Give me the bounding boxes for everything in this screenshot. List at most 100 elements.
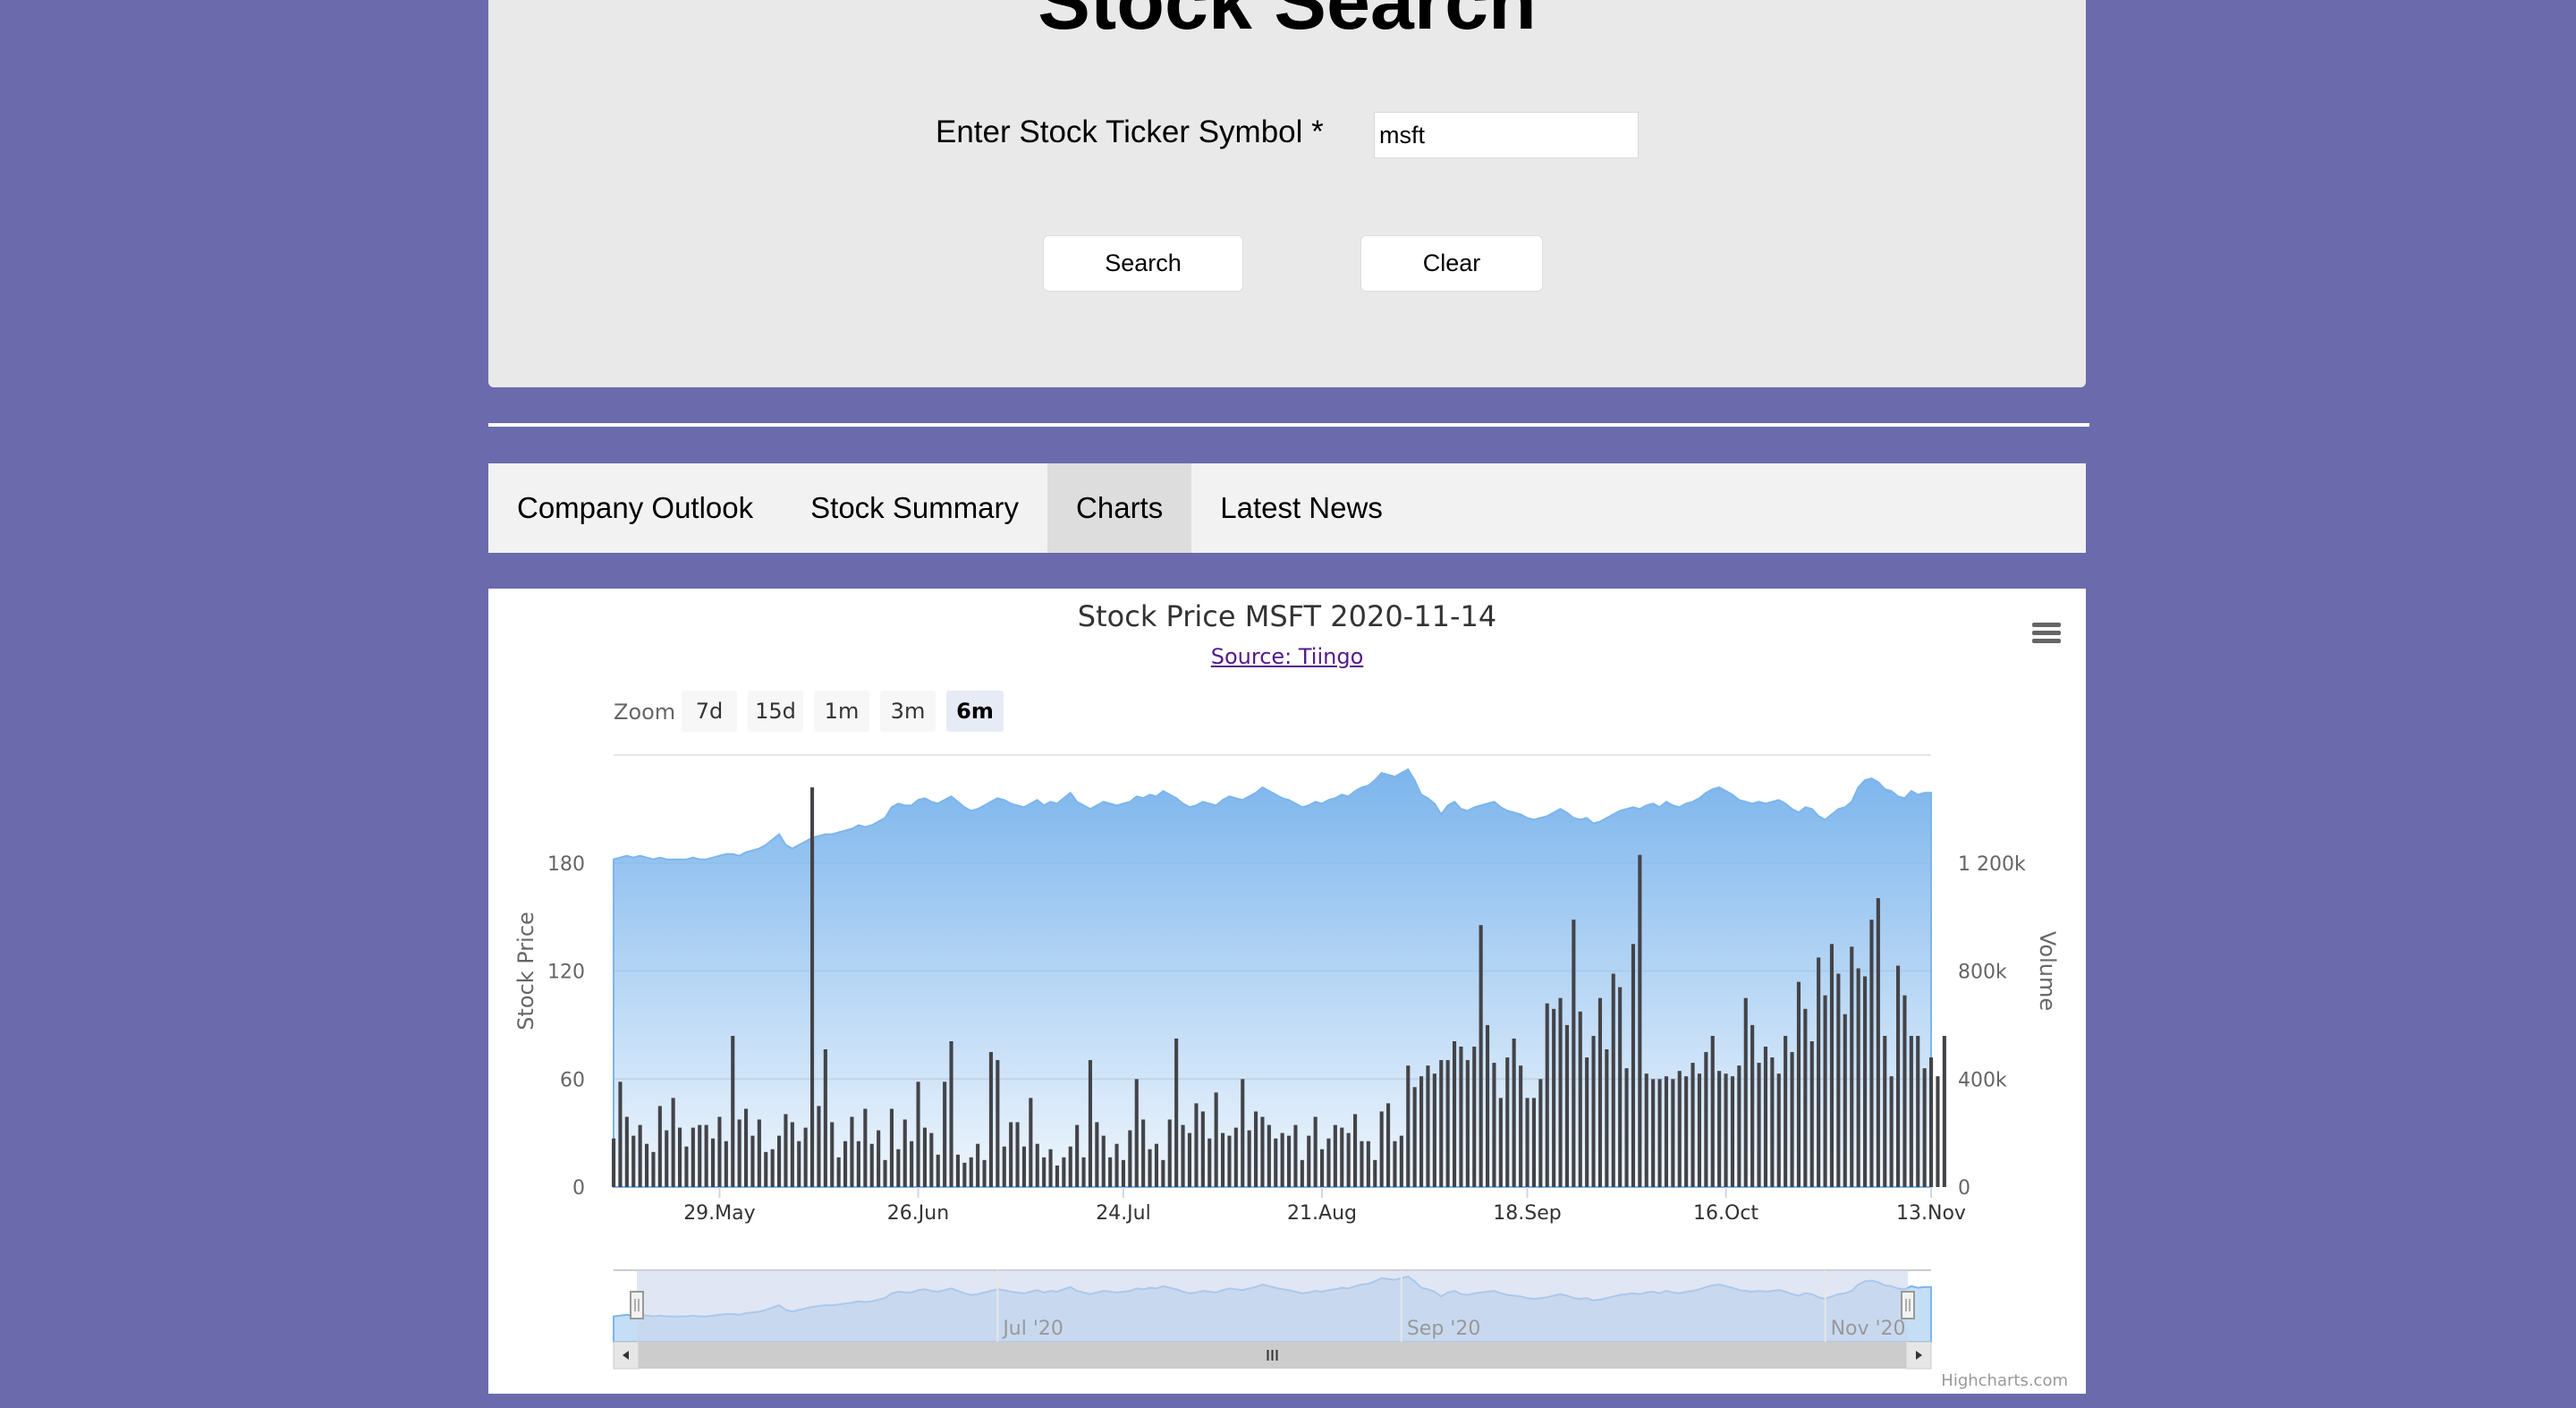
volume-bar	[784, 1114, 788, 1187]
volume-bar	[1916, 1036, 1920, 1187]
volume-bar	[1545, 1003, 1549, 1187]
volume-bar	[744, 1108, 749, 1187]
volume-tick-label: 1 200k	[1958, 853, 2026, 876]
volume-bar	[1512, 1039, 1516, 1187]
y-tick-label: 120	[547, 962, 585, 984]
source-link[interactable]: Source: Tiingo	[1211, 644, 1364, 669]
volume-bar	[1896, 965, 1901, 1187]
volume-bar	[910, 1141, 914, 1187]
navigator-handle[interactable]	[1901, 1291, 1915, 1319]
volume-bar	[1453, 1041, 1457, 1187]
volume-bar	[1597, 997, 1602, 1187]
volume-bar	[657, 1106, 662, 1187]
volume-bar	[684, 1146, 689, 1187]
volume-bar	[1293, 1124, 1298, 1187]
volume-bar	[1148, 1149, 1152, 1187]
volume-bar	[790, 1122, 794, 1187]
volume-bar	[856, 1141, 860, 1187]
tab-charts[interactable]: Charts	[1047, 463, 1192, 553]
volume-bar	[1459, 1047, 1463, 1187]
volume-bar	[678, 1127, 682, 1187]
volume-bar	[1757, 1063, 1761, 1187]
zoom-1m-button[interactable]: 1m	[814, 691, 869, 732]
volume-bar	[869, 1143, 874, 1187]
tab-latest-news[interactable]: Latest News	[1191, 463, 1411, 553]
volume-bar	[836, 1157, 841, 1187]
volume-bar	[1817, 957, 1821, 1187]
volume-bar	[1300, 1159, 1304, 1187]
volume-bar	[863, 1108, 868, 1187]
volume-bar	[1869, 920, 1874, 1187]
volume-bar	[1710, 1036, 1715, 1187]
highcharts-credits[interactable]: Highcharts.com	[1941, 1371, 2068, 1390]
volume-bar	[889, 1108, 894, 1187]
volume-bar	[1671, 1079, 1675, 1188]
volume-bar	[1909, 1036, 1913, 1187]
zoom-label: Zoom	[614, 700, 676, 725]
volume-bar	[717, 1116, 722, 1187]
volume-bar	[1776, 1073, 1781, 1187]
volume-bar	[1214, 1092, 1218, 1187]
volume-bar	[1035, 1143, 1039, 1187]
volume-bar	[1360, 1141, 1364, 1187]
volume-bar	[830, 1122, 835, 1187]
zoom-3m-button[interactable]: 3m	[880, 691, 936, 732]
volume-bar	[645, 1143, 649, 1187]
volume-bar	[1638, 854, 1642, 1187]
volume-bar	[1631, 944, 1635, 1187]
volume-bar	[936, 1154, 940, 1187]
zoom-6m-button[interactable]: 6m	[946, 691, 1004, 732]
volume-bar	[1624, 1068, 1629, 1187]
volume-bar	[949, 1041, 953, 1187]
volume-bar	[1737, 1065, 1741, 1187]
volume-bar	[803, 1127, 808, 1187]
volume-bar	[1730, 1076, 1734, 1187]
volume-bar	[943, 1081, 947, 1187]
ticker-label: Enter Stock Ticker Symbol *	[936, 115, 1324, 149]
volume-bar	[1922, 1068, 1927, 1187]
y-tick-label: 0	[572, 1177, 585, 1200]
volume-bar	[1241, 1079, 1245, 1188]
volume-bar	[737, 1119, 741, 1187]
volume-bar	[1519, 1065, 1523, 1187]
volume-bar	[1657, 1079, 1662, 1188]
volume-bar	[1936, 1076, 1940, 1187]
volume-bar	[724, 1141, 728, 1187]
volume-bar	[955, 1154, 960, 1187]
volume-bar	[1618, 987, 1623, 1187]
chart-title: Stock Price MSFT 2020-11-14	[1077, 599, 1497, 633]
volume-bar	[698, 1124, 702, 1187]
volume-bar	[1254, 1111, 1258, 1187]
volume-bar	[1340, 1127, 1344, 1187]
volume-bar	[929, 1132, 934, 1187]
zoom-15d-button[interactable]: 15d	[748, 691, 803, 732]
volume-tick-label: 800k	[1958, 962, 2007, 984]
volume-bar	[1227, 1135, 1232, 1187]
hamburger-menu-icon[interactable]	[2027, 614, 2066, 653]
volume-bar	[823, 1049, 827, 1187]
volume-bar	[1486, 1024, 1490, 1187]
zoom-7d-button[interactable]: 7d	[682, 691, 737, 732]
volume-bar	[777, 1135, 782, 1187]
volume-bar	[1274, 1138, 1278, 1187]
divider	[488, 423, 2089, 427]
tab-stock-summary[interactable]: Stock Summary	[782, 463, 1047, 553]
ticker-input[interactable]	[1374, 112, 1639, 158]
volume-bar	[770, 1149, 775, 1187]
volume-bar	[1902, 995, 1907, 1187]
volume-bar	[810, 787, 815, 1187]
chart-container: 0 60 120 180 0 400k 800k 1 200k Stock Price Volum…	[488, 589, 2086, 1394]
search-button[interactable]: Search	[1043, 235, 1243, 292]
volume-bar	[1876, 898, 1880, 1187]
volume-bar	[1809, 1041, 1814, 1187]
volume-bar	[1267, 1124, 1271, 1187]
volume-bar	[631, 1135, 636, 1187]
tab-company-outlook[interactable]: Company Outlook	[488, 463, 782, 553]
navigator-handle[interactable]	[630, 1291, 644, 1319]
volume-bar	[996, 1060, 1000, 1187]
clear-button[interactable]: Clear	[1360, 235, 1543, 292]
volume-bar	[1803, 1008, 1808, 1187]
volume-bar	[1399, 1135, 1403, 1187]
volume-bar	[896, 1149, 901, 1187]
volume-bar	[1247, 1130, 1251, 1187]
